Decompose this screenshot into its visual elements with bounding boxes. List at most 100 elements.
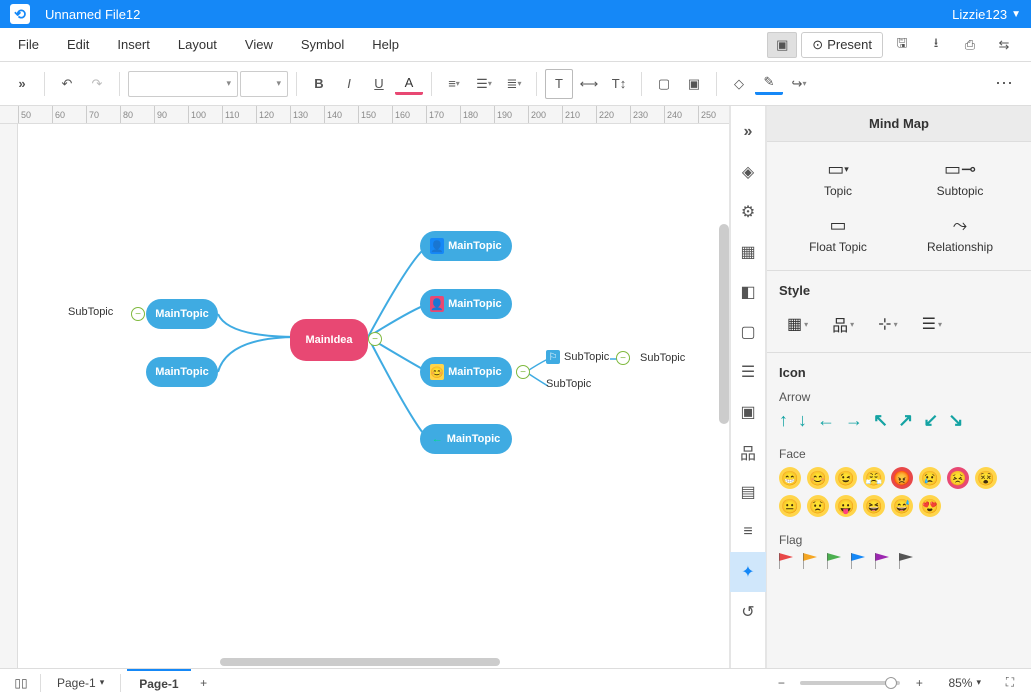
add-page-button[interactable]: +: [191, 672, 217, 694]
add-relationship-button[interactable]: ⤳ Relationship: [901, 210, 1019, 258]
font-size-select[interactable]: ▾: [240, 71, 288, 97]
rail-settings-icon[interactable]: ⚙: [730, 192, 766, 232]
redo-button[interactable]: ↷: [83, 69, 111, 99]
font-color-button[interactable]: A: [395, 73, 423, 95]
face-tongue-icon[interactable]: 😛: [835, 495, 857, 517]
expand-subtopic-icon[interactable]: −: [516, 365, 530, 379]
fill-button[interactable]: ◇: [725, 69, 753, 99]
face-smile-icon[interactable]: 😊: [807, 467, 829, 489]
layout-style-4[interactable]: ☰: [922, 312, 942, 336]
connector-style-button[interactable]: ↪: [785, 69, 813, 99]
face-wink-icon[interactable]: 😉: [835, 467, 857, 489]
arrow-up-icon[interactable]: ↑: [779, 410, 788, 431]
arrow-upleft-icon[interactable]: ↖: [873, 410, 888, 431]
rail-image-icon[interactable]: ▣: [730, 392, 766, 432]
outline-view-button[interactable]: ▯▯: [8, 672, 34, 694]
right-topic-1[interactable]: 👤 MainTopic: [420, 231, 512, 261]
right-topic-3[interactable]: 😊 MainTopic: [420, 357, 512, 387]
face-pout-icon[interactable]: 😤: [863, 467, 885, 489]
flag-orange-icon[interactable]: [803, 553, 817, 569]
arrow-downright-icon[interactable]: ↘: [948, 410, 963, 431]
align-button[interactable]: ≡: [440, 69, 468, 99]
zoom-out-button[interactable]: −: [768, 672, 794, 694]
arrow-down-icon[interactable]: ↓: [798, 410, 807, 431]
face-angry-icon[interactable]: 😡: [891, 467, 913, 489]
canvas[interactable]: MainIdea − MainTopic − SubTopic MainTopi…: [18, 124, 729, 668]
print-button[interactable]: ⎙: [955, 32, 985, 58]
present-button[interactable]: ⊙ Present: [801, 32, 883, 58]
rail-data-icon[interactable]: ☰: [730, 352, 766, 392]
layout-style-2[interactable]: 品: [832, 312, 854, 336]
fullscreen-button[interactable]: ⛶: [997, 672, 1023, 694]
bold-button[interactable]: B: [305, 69, 333, 99]
rail-mindmap-icon[interactable]: ✦: [730, 552, 766, 592]
zoom-select[interactable]: 85% ▾: [938, 676, 991, 690]
layout-style-3[interactable]: ⊹: [878, 312, 897, 336]
textbox-button[interactable]: T: [545, 69, 573, 99]
toolbar-more-button[interactable]: ⋯: [995, 73, 1023, 94]
expand-left-button[interactable]: »: [8, 69, 36, 99]
share-button[interactable]: ⇆: [989, 32, 1019, 58]
right-topic-4[interactable]: ← MainTopic: [420, 424, 512, 454]
zoom-slider[interactable]: [800, 681, 900, 685]
flag-gray-icon[interactable]: [899, 553, 913, 569]
arrow-downleft-icon[interactable]: ↙: [923, 410, 938, 431]
flag-green-icon[interactable]: [827, 553, 841, 569]
left-subtopic-label[interactable]: SubTopic: [68, 306, 113, 318]
page-select[interactable]: Page-1 ▾: [47, 676, 114, 690]
face-neutral-icon[interactable]: 😐: [779, 495, 801, 517]
linespace-button[interactable]: ≣: [500, 69, 528, 99]
group-back-button[interactable]: ▢: [650, 69, 678, 99]
menu-view[interactable]: View: [231, 28, 287, 62]
flag-red-icon[interactable]: [779, 553, 793, 569]
rail-bookmark-icon[interactable]: ▢: [730, 312, 766, 352]
list-button[interactable]: ☰: [470, 69, 498, 99]
textwidth-button[interactable]: ⟷: [575, 69, 603, 99]
font-family-select[interactable]: ▾: [128, 71, 238, 97]
stroke-button[interactable]: ✎: [755, 73, 783, 95]
left-topic-1[interactable]: MainTopic: [146, 299, 218, 329]
main-idea-node[interactable]: MainIdea: [290, 319, 368, 361]
subtopic-3[interactable]: SubTopic: [640, 352, 685, 364]
menu-insert[interactable]: Insert: [103, 28, 164, 62]
add-subtopic-button[interactable]: ▭⊸ Subtopic: [901, 154, 1019, 202]
rail-clipboard-icon[interactable]: ▤: [730, 472, 766, 512]
app-logo[interactable]: ⟲: [10, 4, 30, 24]
face-grin-icon[interactable]: 😁: [779, 467, 801, 489]
add-float-topic-button[interactable]: ▭ Float Topic: [779, 210, 897, 258]
page-tab-1[interactable]: Page-1: [127, 669, 190, 697]
add-topic-button[interactable]: ▭▾ Topic: [779, 154, 897, 202]
canvas-scroll-horizontal[interactable]: [220, 658, 500, 666]
slideshow-edit-button[interactable]: ▣: [767, 32, 797, 58]
arrow-right-icon[interactable]: →: [845, 410, 863, 431]
face-cry-icon[interactable]: 😢: [919, 467, 941, 489]
undo-button[interactable]: ↶: [53, 69, 81, 99]
flag-purple-icon[interactable]: [875, 553, 889, 569]
italic-button[interactable]: I: [335, 69, 363, 99]
expand-sub-icon[interactable]: −: [616, 351, 630, 365]
rail-tree-icon[interactable]: 品: [730, 432, 766, 472]
face-sad-icon[interactable]: 😟: [807, 495, 829, 517]
arrow-left-icon[interactable]: ←: [817, 410, 835, 431]
underline-button[interactable]: U: [365, 69, 393, 99]
text-vertical-button[interactable]: T↕: [605, 69, 633, 99]
rail-fill-icon[interactable]: ◈: [730, 152, 766, 192]
expand-left-icon[interactable]: −: [131, 307, 145, 321]
expand-right-icon[interactable]: −: [368, 332, 382, 346]
zoom-in-button[interactable]: +: [906, 672, 932, 694]
face-rage-icon[interactable]: 😣: [947, 467, 969, 489]
rail-layers-icon[interactable]: ◧: [730, 272, 766, 312]
subtopic-1[interactable]: ⚐ SubTopic: [546, 350, 609, 364]
menu-file[interactable]: File: [4, 28, 53, 62]
menu-help[interactable]: Help: [358, 28, 413, 62]
rail-history-icon[interactable]: ↺: [730, 592, 766, 632]
save-button[interactable]: 🖫: [887, 32, 917, 58]
face-hearteyes-icon[interactable]: 😍: [919, 495, 941, 517]
left-topic-2[interactable]: MainTopic: [146, 357, 218, 387]
right-topic-2[interactable]: 👤 MainTopic: [420, 289, 512, 319]
face-sweat-icon[interactable]: 😅: [891, 495, 913, 517]
menu-edit[interactable]: Edit: [53, 28, 103, 62]
face-squint-icon[interactable]: 😆: [863, 495, 885, 517]
layout-style-1[interactable]: ▦: [787, 312, 808, 336]
rail-grid-icon[interactable]: ▦: [730, 232, 766, 272]
